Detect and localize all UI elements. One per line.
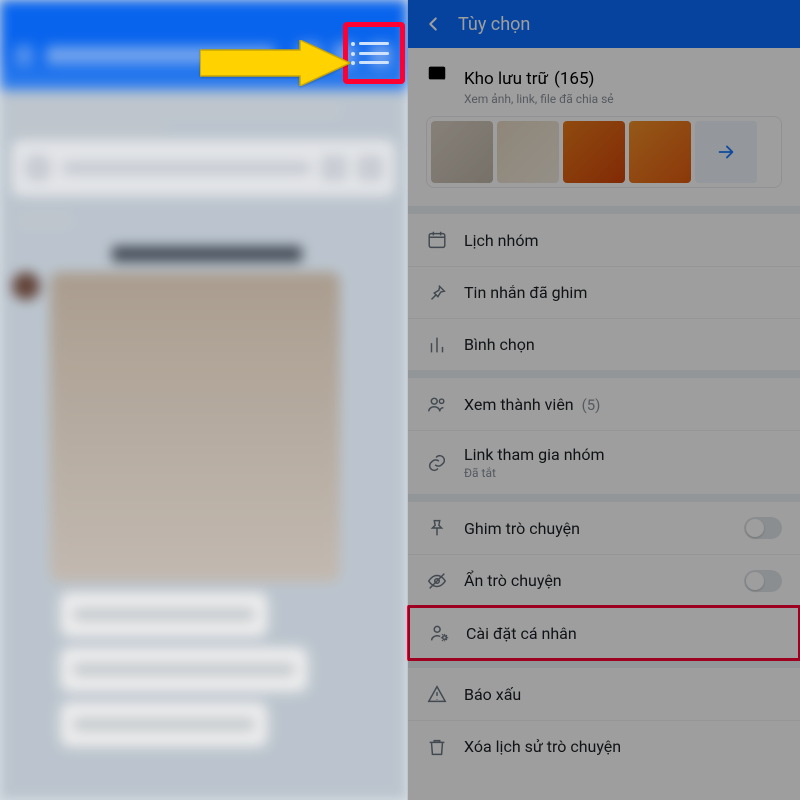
archive-count: (165)	[554, 69, 594, 89]
calendar-label: Lịch nhóm	[464, 231, 782, 250]
pin-chat-row[interactable]: Ghim trò chuyện	[408, 502, 800, 554]
members-icon	[426, 393, 448, 415]
archive-thumb[interactable]	[563, 121, 625, 183]
archive-thumbnails[interactable]	[426, 116, 782, 188]
user-gear-icon	[428, 622, 450, 644]
chat-screen-blurred	[0, 0, 407, 800]
personal-settings-row[interactable]: Cài đặt cá nhân	[407, 605, 800, 661]
archive-title: Kho lưu trữ	[464, 69, 548, 89]
pin-icon	[426, 282, 448, 304]
hide-chat-row[interactable]: Ẩn trò chuyện	[408, 554, 800, 606]
archive-row[interactable]: Kho lưu trữ (165) Xem ảnh, link, file đã…	[408, 48, 800, 206]
archive-thumb[interactable]	[431, 121, 493, 183]
options-title: Tùy chọn	[458, 14, 530, 35]
archive-thumb[interactable]	[629, 121, 691, 183]
link-icon	[426, 452, 448, 474]
archive-thumb[interactable]	[497, 121, 559, 183]
polls-label: Bình chọn	[464, 335, 782, 354]
members-row[interactable]: Xem thành viên (5)	[408, 378, 800, 430]
delete-history-label: Xóa lịch sử trò chuyện	[464, 737, 782, 756]
trash-icon	[426, 736, 448, 758]
report-row[interactable]: Báo xấu	[408, 668, 800, 720]
members-count: (5)	[582, 396, 601, 414]
image-icon	[426, 62, 448, 84]
hide-chat-label: Ẩn trò chuyện	[464, 571, 728, 590]
eye-off-icon	[426, 570, 448, 592]
report-label: Báo xấu	[464, 685, 782, 704]
pin-chat-label: Ghim trò chuyện	[464, 519, 728, 538]
list-icon[interactable]	[359, 42, 389, 64]
polls-row[interactable]: Bình chọn	[408, 318, 800, 370]
archive-subtitle: Xem ảnh, link, file đã chia sẻ	[464, 92, 782, 106]
personal-settings-label: Cài đặt cá nhân	[466, 624, 780, 643]
poll-icon	[426, 334, 448, 356]
delete-history-row[interactable]: Xóa lịch sử trò chuyện	[408, 720, 800, 772]
join-link-row[interactable]: Link tham gia nhóm Đã tắt	[408, 430, 800, 494]
options-header: Tùy chọn	[408, 0, 800, 48]
join-link-sub: Đã tắt	[464, 466, 782, 480]
calendar-row[interactable]: Lịch nhóm	[408, 214, 800, 266]
warning-icon	[426, 683, 448, 705]
calendar-icon	[426, 229, 448, 251]
back-icon[interactable]	[422, 13, 444, 35]
pin-chat-toggle[interactable]	[744, 517, 782, 539]
join-link-label: Link tham gia nhóm	[464, 445, 782, 464]
pinned-messages-row[interactable]: Tin nhắn đã ghim	[408, 266, 800, 318]
pinned-messages-label: Tin nhắn đã ghim	[464, 283, 782, 302]
pushpin-icon	[426, 517, 448, 539]
hide-chat-toggle[interactable]	[744, 570, 782, 592]
members-label: Xem thành viên	[464, 395, 574, 414]
archive-more-button[interactable]	[695, 121, 757, 183]
